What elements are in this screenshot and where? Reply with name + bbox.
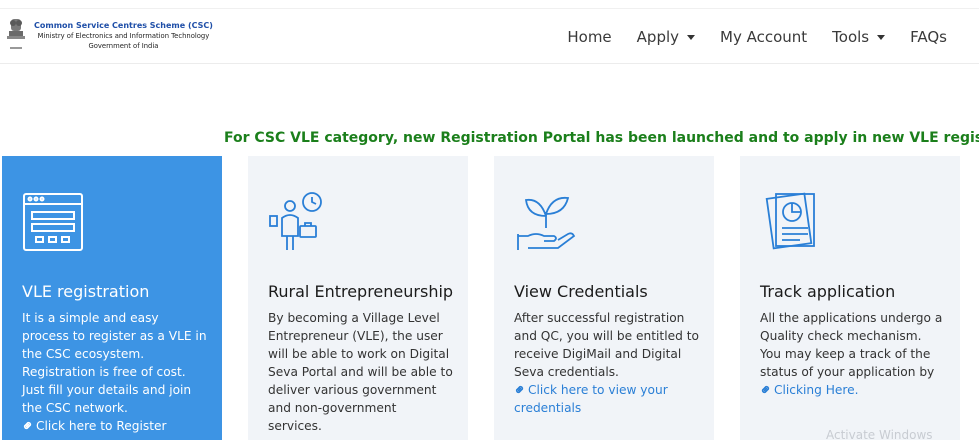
nav-my-account[interactable]: My Account (720, 28, 807, 46)
track-application-link[interactable]: Clicking Here. (760, 381, 946, 399)
register-link[interactable]: Click here to Register (22, 417, 208, 435)
nav-faqs-label: FAQs (910, 28, 947, 46)
announcement-marquee[interactable]: For CSC VLE category, new Registration P… (224, 130, 979, 152)
card-title-track-application: Track application (760, 282, 896, 301)
card-title-view-credentials: View Credentials (514, 282, 648, 301)
brand-government: Government of India (88, 42, 159, 50)
brand-logo[interactable]: Common Service Centres Scheme (CSC) Mini… (4, 17, 213, 55)
card-body-vle-registration: It is a simple and easy process to regis… (22, 311, 207, 415)
brand-ministry: Ministry of Electronics and Information … (37, 32, 210, 40)
caret-down-icon (687, 34, 696, 40)
card-body-track-application: All the applications undergo a Quality c… (760, 311, 943, 379)
browser-form-icon (23, 193, 83, 251)
main-nav: Home Apply My Account Tools FAQs (542, 9, 947, 65)
register-link-label: Click here to Register (36, 419, 167, 433)
nav-apply-dropdown[interactable]: Apply (636, 28, 696, 46)
card-body-rural-entrepreneurship: By becoming a Village Level Entrepreneur… (268, 311, 453, 433)
nav-tools-dropdown[interactable]: Tools (832, 28, 886, 46)
caret-down-icon (877, 34, 886, 40)
card-body-view-credentials: After successful registration and QC, yo… (514, 311, 699, 379)
link-icon (23, 421, 32, 430)
top-navbar: Common Service Centres Scheme (CSC) Mini… (0, 8, 979, 64)
nav-home[interactable]: Home (567, 28, 611, 46)
nav-faqs[interactable]: FAQs (910, 28, 947, 46)
card-rural-entrepreneurship[interactable]: Rural Entrepreneurship By becoming a Vil… (248, 156, 468, 440)
nav-home-label: Home (567, 28, 612, 46)
activate-windows-watermark: Activate Windows (826, 428, 933, 440)
entrepreneur-icon (269, 192, 322, 250)
card-track-application[interactable]: Track application All the applications u… (740, 156, 960, 440)
card-title-vle-registration: VLE registration (22, 282, 150, 301)
brand-title: Common Service Centres Scheme (CSC) (34, 21, 213, 30)
national-emblem-icon (7, 19, 25, 49)
card-vle-registration[interactable]: VLE registration It is a simple and easy… (2, 156, 222, 440)
nav-tools-label: Tools (832, 28, 870, 46)
nav-account-label: My Account (720, 28, 808, 46)
link-icon (761, 385, 770, 394)
view-credentials-link-label: Click here to view your credentials (514, 383, 668, 415)
view-credentials-link[interactable]: Click here to view your credentials (514, 381, 700, 417)
link-icon (515, 385, 524, 394)
card-title-rural-entrepreneurship: Rural Entrepreneurship (268, 282, 454, 301)
report-chart-icon (765, 192, 815, 250)
plant-hand-icon (517, 196, 576, 250)
nav-apply-label: Apply (636, 28, 680, 46)
card-view-credentials[interactable]: View Credentials After successful regist… (494, 156, 714, 440)
track-application-link-label: Clicking Here. (774, 383, 859, 397)
